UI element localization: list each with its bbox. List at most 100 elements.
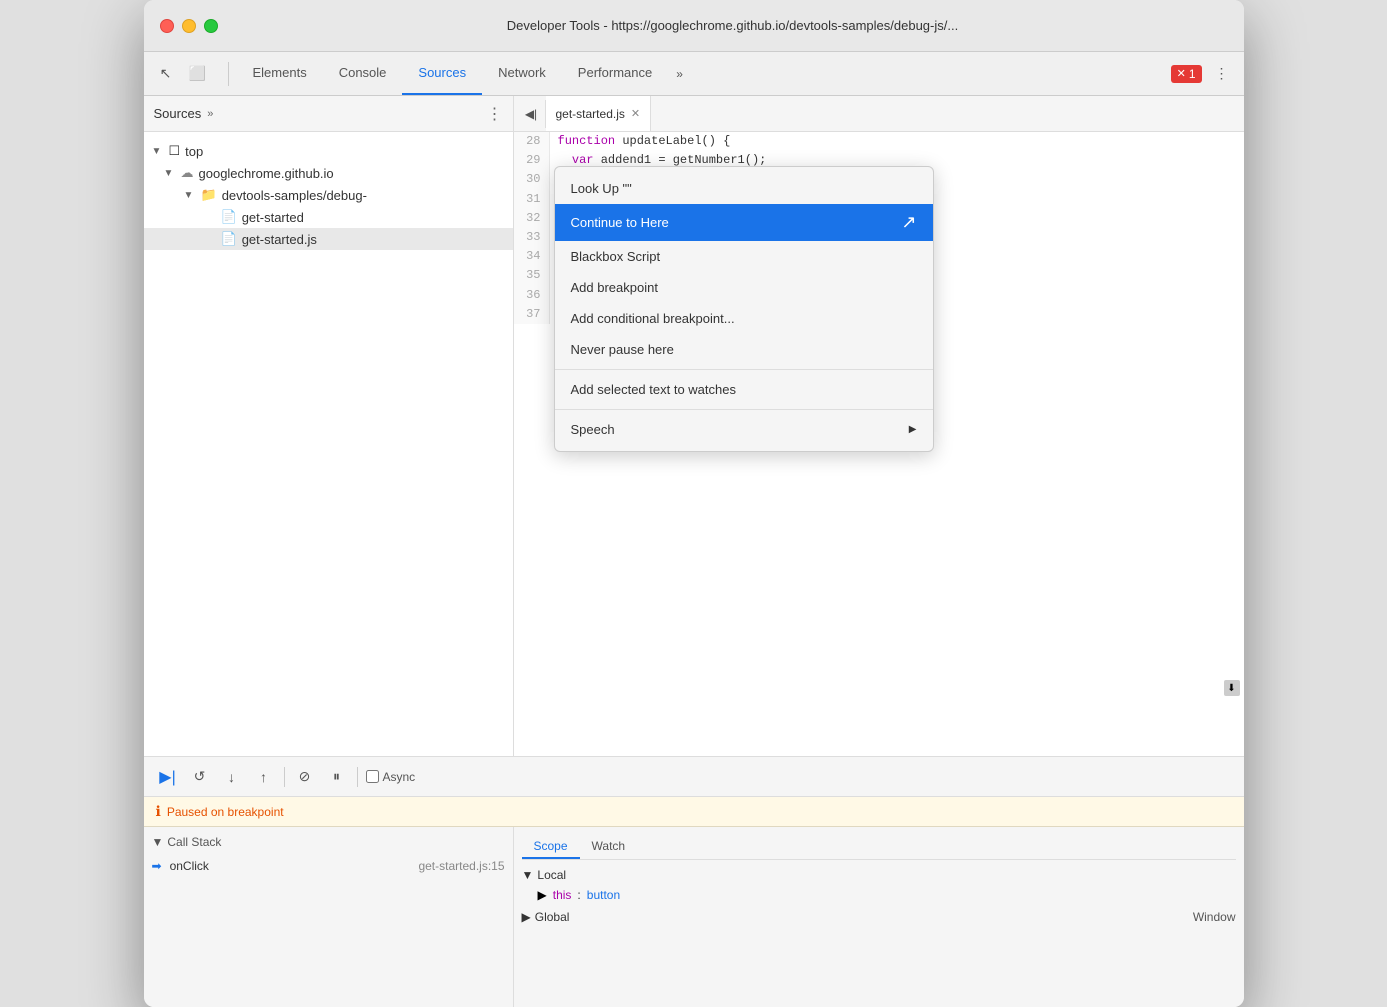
tree-label: top [185,144,203,159]
error-icon: ✕ [1177,67,1186,80]
call-stack-arrow: ▼ [152,835,164,849]
context-menu: Look Up "" Continue to Here ↗ Blackbox S… [554,166,934,452]
close-button[interactable] [160,19,174,33]
panel-more-btn[interactable]: » [207,108,213,120]
call-stack-panel: ▼ Call Stack ➡ onClick get-started.js:15 [144,827,514,1007]
tab-elements[interactable]: Elements [237,52,323,95]
title-bar: Developer Tools - https://googlechrome.g… [144,0,1244,52]
breakpoint-text: Paused on breakpoint [167,805,284,819]
step-out-btn[interactable]: ↑ [252,765,276,789]
scope-local-arrow: ▼ [522,868,534,882]
ctx-lookup[interactable]: Look Up "" [555,173,933,204]
ctx-continue-label: Continue to Here [571,215,669,230]
maximize-button[interactable] [204,19,218,33]
ctx-never-pause[interactable]: Never pause here [555,334,933,365]
ctx-continue[interactable]: Continue to Here ↗ [555,204,933,241]
tab-sources[interactable]: Sources [402,52,482,95]
async-checkbox-input[interactable] [366,770,379,783]
tab-scope[interactable]: Scope [522,835,580,859]
ctx-separator-1 [555,369,933,370]
more-menu-button[interactable]: ⋮ [1208,60,1236,88]
async-checkbox[interactable]: Async [366,770,416,784]
line-number: 32 [514,209,550,228]
scope-global-label: Global [535,910,570,924]
folder-icon: 📁 [201,187,217,203]
ctx-add-breakpoint[interactable]: Add breakpoint [555,272,933,303]
ctx-conditional-breakpoint[interactable]: Add conditional breakpoint... [555,303,933,334]
tree-item-github[interactable]: ▼ ☁ googlechrome.github.io [144,162,513,184]
call-stack-item[interactable]: ➡ onClick get-started.js:15 [152,855,505,877]
submenu-arrow-icon: ▶ [909,424,917,435]
minimize-button[interactable] [182,19,196,33]
tree-item-devtools[interactable]: ▼ 📁 devtools-samples/debug- [144,184,513,206]
ctx-blackbox[interactable]: Blackbox Script [555,241,933,272]
ctx-speech-label: Speech [571,422,615,437]
tree-arrow: ▼ [152,146,164,157]
breakpoint-bar: ℹ Paused on breakpoint [144,797,1244,827]
cursor-icon: ↗ [901,212,916,233]
editor-tab-close[interactable]: ✕ [631,107,640,120]
editor-nav-btn[interactable]: ◀| [518,100,546,128]
line-number: 36 [514,286,550,305]
ctx-add-breakpoint-label: Add breakpoint [571,280,658,295]
tree-item-html[interactable]: 📄 get-started [144,206,513,228]
cloud-icon: ☁ [181,165,194,181]
toolbar-divider [228,62,229,86]
toolbar-icons: ↖ ⬜ [152,60,212,88]
tab-more[interactable]: » [668,52,691,95]
cursor-icon[interactable]: ↖ [152,60,180,88]
step-over-btn[interactable]: ↺ [188,765,212,789]
pause-on-exceptions-btn[interactable]: ⏸ [325,765,349,789]
breakpoint-icon: ℹ [156,803,161,820]
line-number: 37 [514,305,550,324]
scope-global-val: Window [1193,910,1236,924]
scope-tabs: Scope Watch [522,835,1236,860]
editor-tab-label: get-started.js [556,107,625,121]
tree-arrow: ▼ [164,168,176,179]
ctx-blackbox-label: Blackbox Script [571,249,661,264]
device-icon[interactable]: ⬜ [184,60,212,88]
panel-menu-btn[interactable]: ⋮ [487,104,503,124]
tree-item-js[interactable]: 📄 get-started.js [144,228,513,250]
tree-label: devtools-samples/debug- [222,188,367,203]
debug-divider [284,767,285,787]
tree-item-top[interactable]: ▼ ☐ top [144,140,513,162]
ctx-never-pause-label: Never pause here [571,342,674,357]
ctx-lookup-label: Look Up "" [571,181,632,196]
tree-arrow: ▼ [184,190,196,201]
call-arrow-icon: ➡ [152,859,162,873]
devtools-toolbar: ↖ ⬜ Elements Console Sources Network Per… [144,52,1244,96]
tab-console[interactable]: Console [323,52,403,95]
window-title: Developer Tools - https://googlechrome.g… [238,18,1228,33]
tab-watch[interactable]: Watch [580,835,638,859]
scope-colon: : [577,888,580,902]
resume-btn[interactable]: ▶| [156,765,180,789]
scroll-to-bottom-btn[interactable]: ⬇ [1224,680,1240,696]
line-number: 33 [514,228,550,247]
devtools-window: Developer Tools - https://googlechrome.g… [144,0,1244,1007]
scope-section: ▼ Local ▶ this : button ▶ Global Window [522,868,1236,924]
deactivate-breakpoints-btn[interactable]: ⊘ [293,765,317,789]
tab-network[interactable]: Network [482,52,562,95]
folder-icon: ☐ [169,143,181,159]
ctx-speech[interactable]: Speech ▶ [555,414,933,445]
tree-label: googlechrome.github.io [199,166,334,181]
scope-this-item: ▶ this : button [522,886,1236,904]
step-into-btn[interactable]: ↓ [220,765,244,789]
ctx-conditional-breakpoint-label: Add conditional breakpoint... [571,311,735,326]
tab-performance[interactable]: Performance [562,52,668,95]
file-icon: 📄 [221,209,237,225]
ctx-add-to-watches[interactable]: Add selected text to watches [555,374,933,405]
call-file: get-started.js:15 [418,859,504,873]
line-number: 28 [514,132,550,151]
error-badge[interactable]: ✕ 1 [1171,65,1202,83]
js-file-icon: 📄 [221,231,237,247]
call-stack-title: Call Stack [167,835,221,849]
line-content: function updateLabel() { [550,132,731,151]
scope-val: button [587,888,620,902]
line-number: 29 [514,151,550,170]
scope-local-label: Local [537,868,566,882]
file-tree: ▼ ☐ top ▼ ☁ googlechrome.github.io ▼ 📁 d… [144,132,513,756]
editor-tab-js[interactable]: get-started.js ✕ [546,96,652,131]
traffic-lights [160,19,218,33]
